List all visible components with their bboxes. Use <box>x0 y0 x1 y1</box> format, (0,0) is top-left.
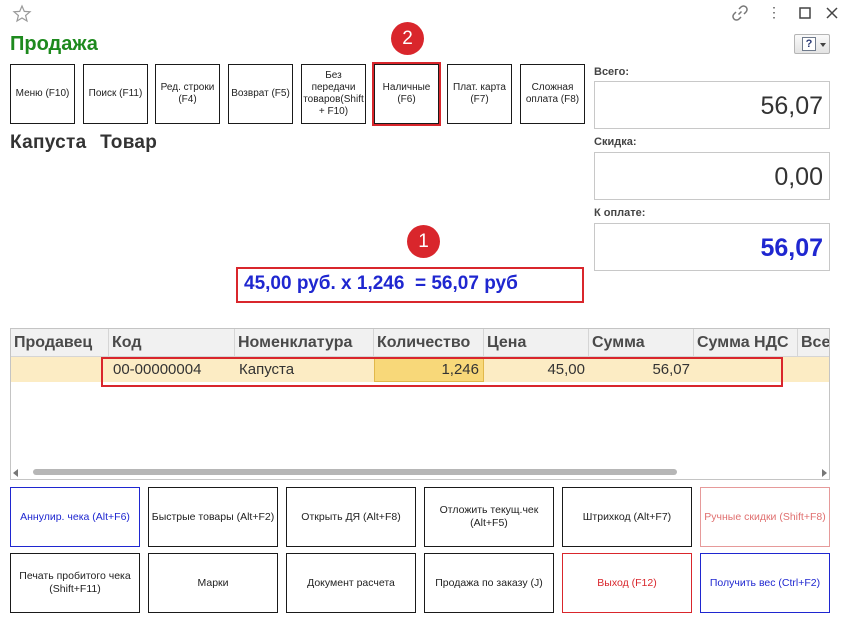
scroll-right-icon[interactable] <box>822 469 827 477</box>
void-receipt-button[interactable]: Аннулир. чека (Alt+F6) <box>10 487 140 547</box>
col-code[interactable]: Код <box>109 329 235 357</box>
no-transfer-button[interactable]: Без передачи товаров(Shift + F10) <box>301 64 366 124</box>
postpone-receipt-button[interactable]: Отложить текущ.чек (Alt+F5) <box>424 487 554 547</box>
sale-by-order-button[interactable]: Продажа по заказу (J) <box>424 553 554 613</box>
col-qty[interactable]: Количество <box>374 329 484 357</box>
scroll-left-icon[interactable] <box>13 469 18 477</box>
annotation-badge-2: 2 <box>391 22 424 55</box>
to-pay-field: 56,07 <box>594 223 830 271</box>
col-vat[interactable]: Сумма НДС <box>694 329 798 357</box>
table-header: Продавец Код Номенклатура Количество Цен… <box>11 329 829 357</box>
total-field: 56,07 <box>594 81 830 129</box>
col-sum[interactable]: Сумма <box>589 329 694 357</box>
help-icon: ? <box>802 37 816 51</box>
menu-button[interactable]: Меню (F10) <box>10 64 75 124</box>
page-title: Продажа <box>10 33 98 55</box>
more-options-icon[interactable]: ⋮ <box>765 4 783 22</box>
exit-button[interactable]: Выход (F12) <box>562 553 692 613</box>
get-weight-button[interactable]: Получить вес (Ctrl+F2) <box>700 553 830 613</box>
print-receipt-button[interactable]: Печать пробитого чека (Shift+F11) <box>10 553 140 613</box>
manual-discounts-button[interactable]: Ручные скидки (Shift+F8) <box>700 487 830 547</box>
discount-field: 0,00 <box>594 152 830 200</box>
open-drawer-button[interactable]: Открыть ДЯ (Alt+F8) <box>286 487 416 547</box>
col-item[interactable]: Номенклатура <box>235 329 374 357</box>
price-calculation: 45,00 руб. x 1,246 = 56,07 руб <box>244 273 518 294</box>
cell-seller <box>11 357 109 382</box>
maximize-icon[interactable] <box>796 4 814 22</box>
barcode-button[interactable]: Штрихкод (Alt+F7) <box>562 487 692 547</box>
to-pay-label: К оплате: <box>594 207 646 219</box>
search-button[interactable]: Поиск (F11) <box>83 64 148 124</box>
total-label: Всего: <box>594 66 629 78</box>
marks-button[interactable]: Марки <box>148 553 278 613</box>
cell-all <box>798 357 829 382</box>
product-name: Капуста Товар <box>10 132 158 153</box>
annotation-badge-1: 1 <box>407 225 440 258</box>
items-table[interactable]: Продавец Код Номенклатура Количество Цен… <box>10 328 830 480</box>
scrollbar-thumb[interactable] <box>33 469 677 475</box>
horizontal-scrollbar[interactable] <box>11 466 829 479</box>
edit-row-button[interactable]: Ред. строки (F4) <box>155 64 220 124</box>
favorite-star-icon[interactable] <box>12 4 32 24</box>
return-button[interactable]: Возврат (F5) <box>228 64 293 124</box>
discount-label: Скидка: <box>594 136 637 148</box>
link-icon[interactable] <box>731 4 749 22</box>
col-price[interactable]: Цена <box>484 329 589 357</box>
close-icon[interactable] <box>823 4 841 22</box>
complex-payment-button[interactable]: Сложная оплата (F8) <box>520 64 585 124</box>
chevron-down-icon <box>820 43 826 47</box>
help-button[interactable]: ? <box>794 34 830 54</box>
row-highlight <box>101 357 783 387</box>
col-all[interactable]: Все <box>798 329 829 357</box>
col-seller[interactable]: Продавец <box>11 329 109 357</box>
cash-button-highlight <box>372 62 441 126</box>
card-payment-button[interactable]: Плат. карта (F7) <box>447 64 512 124</box>
quick-items-button[interactable]: Быстрые товары (Alt+F2) <box>148 487 278 547</box>
payment-document-button[interactable]: Документ расчета <box>286 553 416 613</box>
